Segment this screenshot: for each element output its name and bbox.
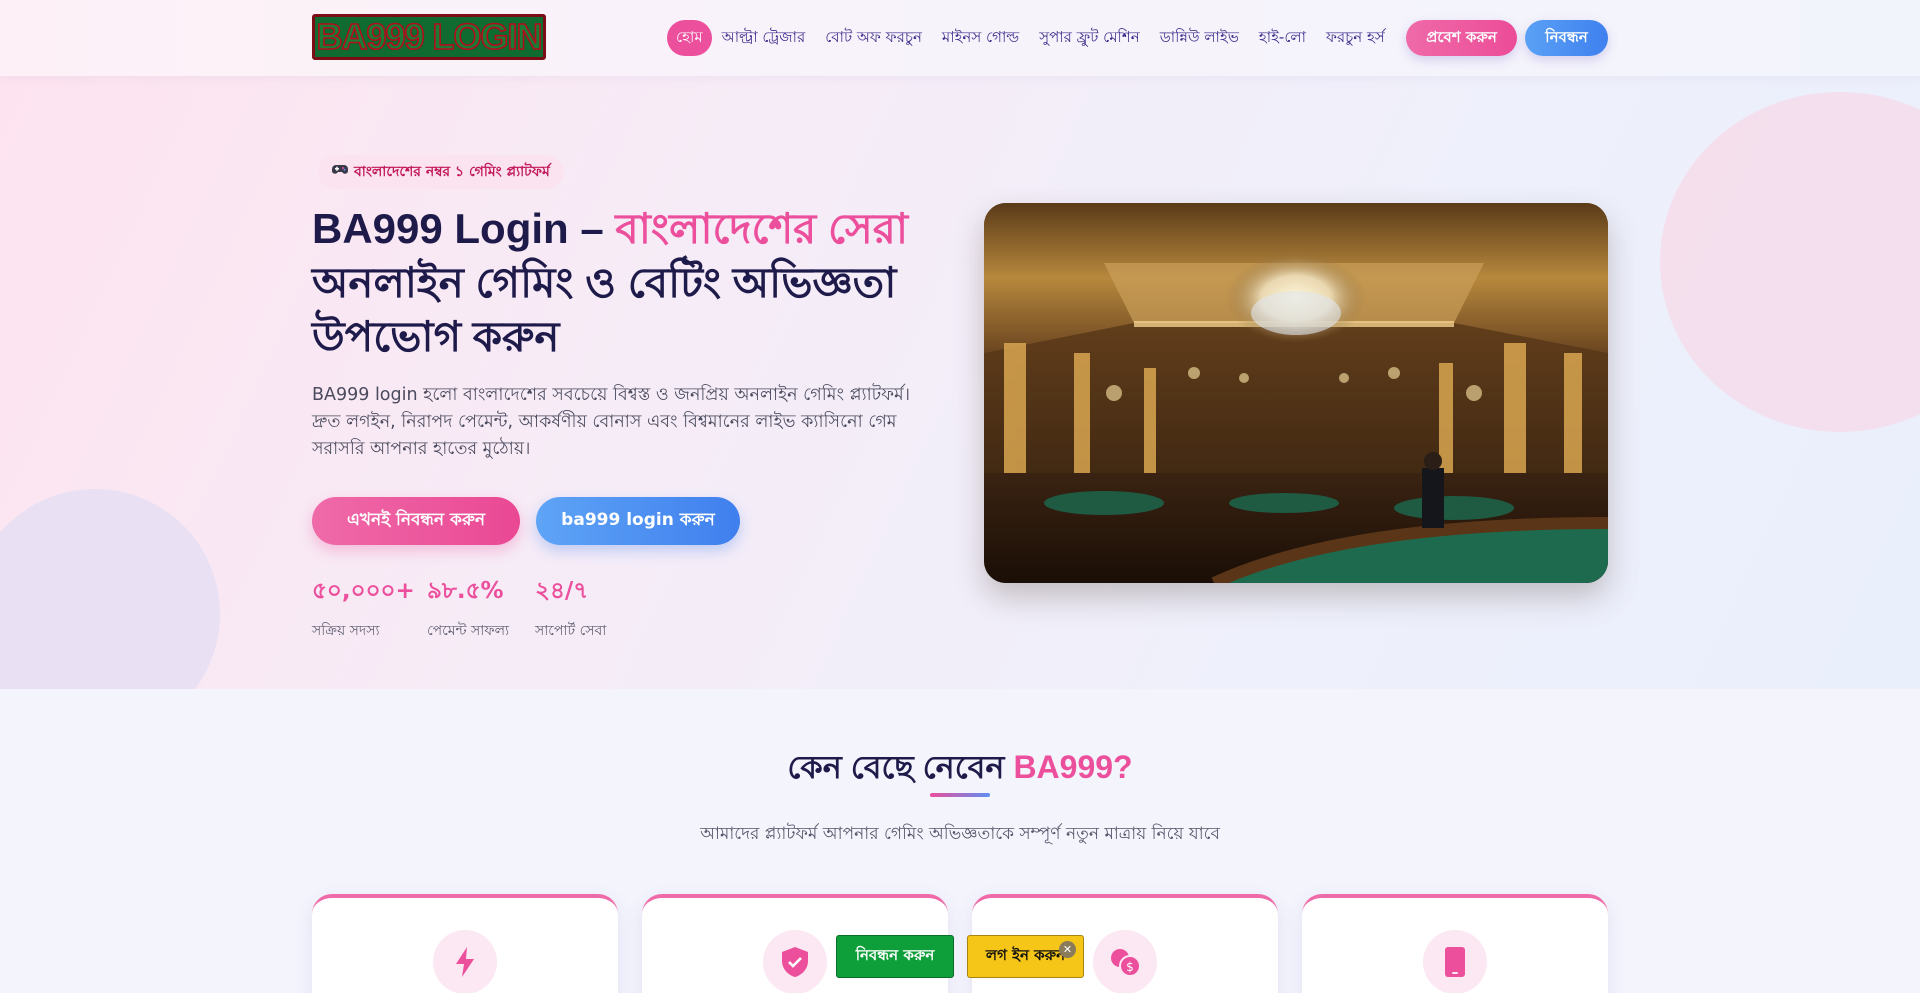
hero-register-button[interactable]: এখনই নিবন্ধন করুন	[312, 497, 520, 545]
hero-title-highlight: বাংলাদেশের সেরা	[615, 205, 909, 252]
decorative-circle	[0, 489, 220, 689]
hero-title-part1: BA999 Login –	[312, 205, 616, 252]
why-section-title: কেন বেছে নেবেন BA999?	[0, 742, 1920, 796]
shield-check-icon	[763, 930, 827, 993]
nav-item-live[interactable]: ডান্নিউ লাইভ	[1150, 20, 1249, 56]
gamepad-icon	[332, 164, 348, 180]
stat-value: ৫০,০০০+	[312, 578, 415, 604]
why-section-subtitle: আমাদের প্ল্যাটফর্ম আপনার গেমিং অভিজ্ঞতাক…	[700, 824, 1220, 844]
floating-register-button[interactable]: নিবন্ধন করুন	[836, 935, 954, 978]
why-title-highlight: BA999?	[1013, 749, 1133, 785]
svg-text:$: $	[1126, 960, 1134, 974]
stat-value: ৯৮.৫%	[427, 578, 504, 604]
hero-badge: বাংলাদেশের নম্বর ১ গেমিং প্ল্যাটফর্ম	[318, 155, 564, 189]
casino-hall-image	[984, 203, 1608, 583]
hero-description: BA999 login হলো বাংলাদেশের সবচেয়ে বিশ্ব…	[312, 385, 910, 459]
lightning-icon	[433, 930, 497, 993]
coins-icon: $	[1093, 930, 1157, 993]
hero-title: BA999 Login – বাংলাদেশের সেরা অনলাইন গেম…	[312, 202, 952, 364]
hero-section: বাংলাদেশের নম্বর ১ গেমিং প্ল্যাটফর্ম BA9…	[0, 76, 1920, 689]
nav-item-boat-of-fortune[interactable]: বোট অফ ফরচুন	[815, 20, 932, 56]
nav-item-hi-lo[interactable]: হাই-লো	[1249, 20, 1316, 56]
title-underline	[930, 793, 990, 797]
stat-value: ২৪/৭	[535, 578, 589, 604]
logo-text: BA999 LOGIN	[316, 15, 544, 58]
stat-members: ৫০,০০০+ সক্রিয় সদস্য	[312, 572, 415, 643]
feature-card-speed	[312, 894, 618, 993]
site-header: BA999 LOGIN হোম আল্ট্রা ট্রেজার বোট অফ ফ…	[0, 0, 1920, 76]
hero-badge-text: বাংলাদেশের নম্বর ১ গেমিং প্ল্যাটফর্ম	[354, 164, 550, 180]
stat-label: সক্রিয় সদস্য	[312, 623, 380, 639]
hero-title-part2: অনলাইন গেমিং ও বেটিং অভিজ্ঞতা উপভোগ করুন	[312, 259, 897, 360]
feature-card-mobile	[1302, 894, 1608, 993]
nav-item-super-fruit-machine[interactable]: সুপার ফ্রুট মেশিন	[1029, 20, 1149, 56]
nav-item-home[interactable]: হোম	[667, 20, 712, 56]
header-login-button[interactable]: প্রবেশ করুন	[1406, 20, 1517, 56]
why-title-part1: কেন বেছে নেবেন	[787, 749, 1014, 785]
stat-payment: ৯৮.৫% পেমেন্ট সাফল্য	[427, 572, 509, 643]
nav-item-fortune-horse[interactable]: ফরচুন হর্স	[1316, 20, 1395, 56]
nav-item-ultra-treasure[interactable]: আল্ট্রা ট্রেজার	[712, 20, 816, 56]
site-logo[interactable]: BA999 LOGIN	[312, 14, 546, 60]
decorative-circle	[1660, 92, 1920, 432]
hero-login-button[interactable]: ba999 login করুন	[536, 497, 740, 545]
close-icon[interactable]: ✕	[1059, 941, 1076, 958]
nav-item-mines-gold[interactable]: মাইনস গোল্ড	[932, 20, 1029, 56]
header-register-button[interactable]: নিবন্ধন	[1525, 20, 1608, 56]
main-nav: হোম আল্ট্রা ট্রেজার বোট অফ ফরচুন মাইনস গ…	[667, 19, 1395, 57]
stat-label: পেমেন্ট সাফল্য	[427, 623, 510, 639]
stat-label: সাপোর্ট সেবা	[535, 623, 607, 639]
mobile-phone-icon	[1423, 930, 1487, 993]
stat-support: ২৪/৭ সাপোর্ট সেবা	[535, 572, 606, 643]
